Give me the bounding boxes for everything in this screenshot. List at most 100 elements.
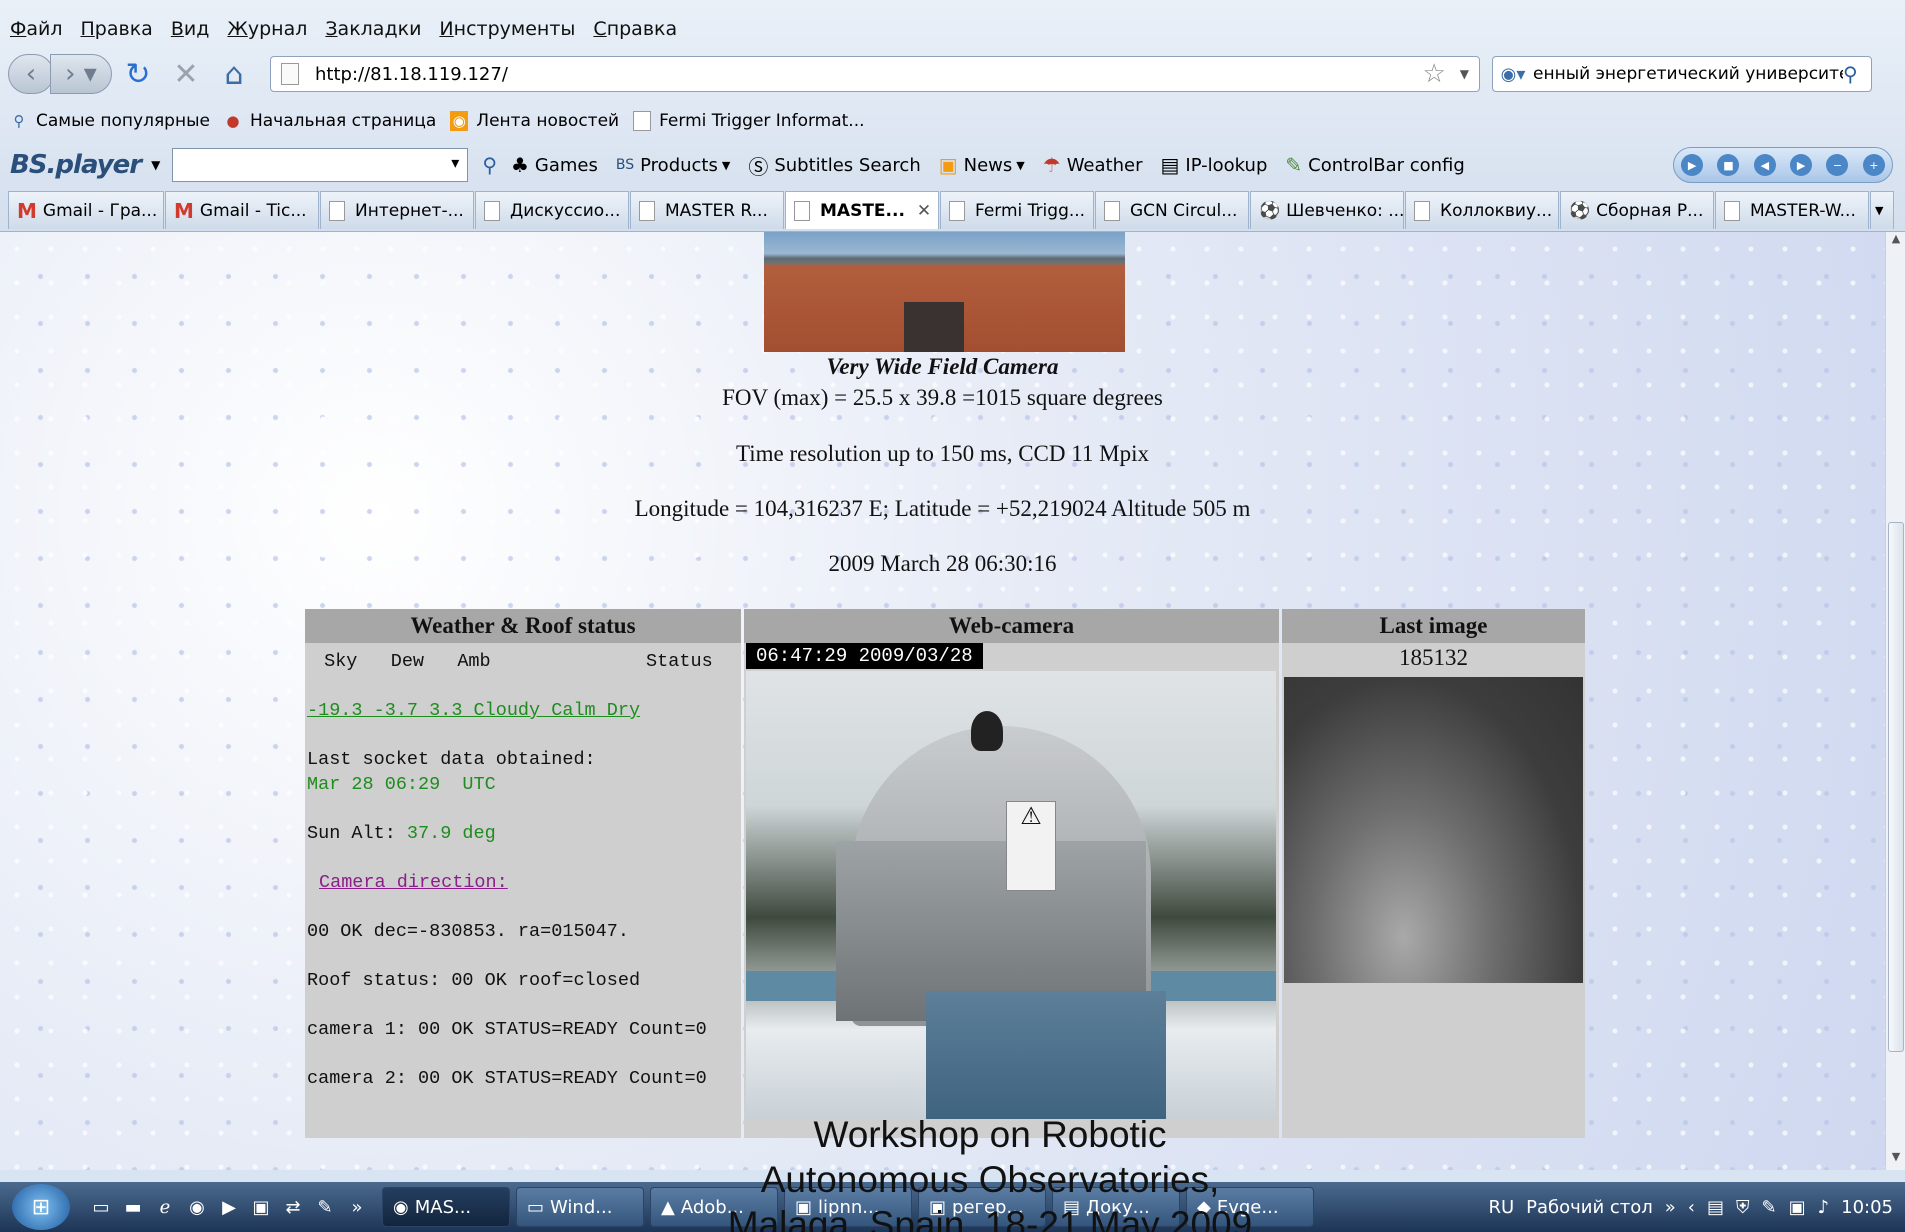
- tab-discussion[interactable]: Дискуссио...: [475, 191, 629, 229]
- language-indicator[interactable]: RU: [1488, 1197, 1514, 1218]
- menu-view[interactable]: Вид: [171, 18, 210, 40]
- search-box[interactable]: ◉▾ енный энергетический университет ⚲: [1492, 56, 1872, 92]
- task-windows[interactable]: ▭ Wind...: [516, 1187, 644, 1227]
- security-icon[interactable]: ⛨: [1736, 1197, 1750, 1218]
- stop-button[interactable]: ✕: [164, 54, 208, 94]
- bookmark-most-visited[interactable]: ⚲ Самые популярные: [10, 111, 210, 131]
- weather-readings-link[interactable]: -19.3 -3.7 3.3 Cloudy Calm Dry: [307, 700, 640, 721]
- menu-tools[interactable]: Инструменты: [439, 18, 575, 40]
- tab-fermi-trigger[interactable]: Fermi Trigg...: [940, 191, 1094, 229]
- search-engine-icon[interactable]: ◉▾: [1493, 59, 1533, 89]
- last-sky-image[interactable]: [1284, 677, 1583, 983]
- search-input[interactable]: енный энергетический университет: [1533, 64, 1843, 84]
- tab-gmail-1[interactable]: M Gmail - Гра...: [8, 191, 164, 229]
- update-icon[interactable]: ✎: [1762, 1197, 1777, 1218]
- network-icon[interactable]: ⇄: [280, 1194, 306, 1220]
- tab-label: Дискуссио...: [510, 200, 621, 221]
- bsplayer-search-select[interactable]: [172, 148, 469, 182]
- plus-icon[interactable]: +: [1862, 154, 1885, 176]
- tab-master-active[interactable]: MASTE... ✕: [785, 191, 939, 229]
- scroll-up-icon[interactable]: ▲: [1886, 232, 1905, 252]
- chevron-down-icon: ▼: [1875, 204, 1884, 217]
- minus-icon[interactable]: −: [1826, 154, 1849, 176]
- internet-explorer-icon[interactable]: ℯ: [152, 1194, 178, 1220]
- volume-icon[interactable]: ♪: [1818, 1197, 1830, 1218]
- page-icon: [484, 200, 500, 221]
- desktop-toolbar[interactable]: Рабочий стол: [1526, 1197, 1653, 1218]
- workshop-caption: Workshop on Robotic Autonomous Observato…: [640, 1112, 1340, 1232]
- toolbar-controlbar-config[interactable]: ✎ ControlBar config: [1285, 153, 1464, 177]
- menu-history[interactable]: Журнал: [227, 18, 307, 40]
- media-player-icon[interactable]: ▶: [216, 1194, 242, 1220]
- home-button[interactable]: ⌂: [212, 54, 256, 94]
- reload-button[interactable]: ↻: [116, 54, 160, 94]
- play-icon[interactable]: ▶: [1681, 154, 1704, 176]
- page-icon: [633, 111, 652, 131]
- tab-gmail-2[interactable]: M Gmail - Tic...: [165, 191, 319, 229]
- toolbar-products[interactable]: BS Products ▼: [616, 155, 730, 176]
- tab-list-button[interactable]: ▼: [1870, 191, 1894, 229]
- vertical-scrollbar[interactable]: ▲ ▼: [1885, 232, 1905, 1170]
- network-icon[interactable]: ▤: [1707, 1197, 1724, 1218]
- bsplayer-logo[interactable]: BS.player: [10, 150, 142, 180]
- next-icon[interactable]: ▶: [1790, 154, 1813, 176]
- stop-icon[interactable]: ■: [1717, 154, 1740, 176]
- save-icon[interactable]: ▣: [248, 1194, 274, 1220]
- camera-direction-link[interactable]: Camera direction:: [319, 872, 508, 893]
- back-button[interactable]: ‹: [8, 54, 54, 94]
- tab-master-w[interactable]: MASTER-W...: [1715, 191, 1869, 229]
- tab-gcn-circulars[interactable]: GCN Circul...: [1095, 191, 1249, 229]
- tray-expand-icon[interactable]: »: [1665, 1197, 1676, 1218]
- search-icon[interactable]: ⚲: [1843, 62, 1871, 86]
- tab-label: MASTER-W...: [1750, 200, 1856, 221]
- bookmark-news-feed[interactable]: ◉ Лента новостей: [450, 111, 619, 131]
- rss-icon: ◉: [450, 111, 469, 131]
- scrollbar-thumb[interactable]: [1888, 522, 1904, 1052]
- forward-button[interactable]: › ▾: [50, 54, 112, 94]
- photo-doorway: [904, 302, 964, 352]
- tab-internet[interactable]: Интернет-...: [320, 191, 474, 229]
- clock[interactable]: 10:05: [1841, 1197, 1893, 1218]
- address-input[interactable]: http://81.18.119.127/: [315, 64, 1422, 85]
- tools-icon[interactable]: ✎: [312, 1194, 338, 1220]
- last-image-header: Last image: [1282, 609, 1585, 643]
- tab-label: Коллоквиу...: [1440, 200, 1553, 221]
- search-icon[interactable]: ⚲: [482, 153, 497, 177]
- toolbar-weather[interactable]: ☂ Weather: [1043, 153, 1143, 177]
- observatory-photo: [764, 232, 1125, 352]
- tab-master-r[interactable]: MASTER R...: [630, 191, 784, 229]
- task-firefox[interactable]: ◉ MAS...: [382, 1187, 510, 1227]
- bookmark-star-icon[interactable]: ☆: [1422, 59, 1445, 89]
- bookmark-home-page[interactable]: ● Начальная страница: [224, 111, 436, 131]
- toolbar-ip-lookup[interactable]: ▤ IP-lookup: [1160, 153, 1267, 177]
- tab-colloquium[interactable]: Коллоквиу...: [1405, 191, 1559, 229]
- previous-icon[interactable]: ◀: [1753, 154, 1776, 176]
- menu-help[interactable]: Справка: [593, 18, 677, 40]
- tab-label: GCN Circul...: [1130, 200, 1238, 221]
- toolbar-news[interactable]: ▣ News ▼: [939, 153, 1025, 177]
- tab-shevchenko[interactable]: ⚽ Шевченко: ...: [1250, 191, 1404, 229]
- menu-bookmarks[interactable]: Закладки: [325, 18, 421, 40]
- chevron-down-icon[interactable]: ▼: [1460, 67, 1469, 81]
- chevron-down-icon[interactable]: ▼: [151, 158, 160, 172]
- desktop-icon[interactable]: ▬: [120, 1194, 146, 1220]
- close-icon[interactable]: ✕: [917, 201, 931, 221]
- bookmark-fermi[interactable]: Fermi Trigger Informat...: [633, 111, 865, 131]
- scroll-down-icon[interactable]: ▼: [1886, 1150, 1905, 1170]
- camera-caption: Very Wide Field Camera: [826, 354, 1059, 379]
- toolbar-games[interactable]: ♣ Games: [511, 153, 598, 177]
- address-bar[interactable]: http://81.18.119.127/ ☆ ▼: [270, 56, 1480, 92]
- tray-arrow-icon[interactable]: ‹: [1688, 1197, 1695, 1218]
- bookmark-icon: ⚲: [13, 112, 25, 130]
- firefox-icon[interactable]: ◉: [184, 1194, 210, 1220]
- tab-national-team[interactable]: ⚽ Сборная Р...: [1560, 191, 1714, 229]
- menu-edit[interactable]: Правка: [81, 18, 153, 40]
- toolbar-label: IP-lookup: [1185, 154, 1268, 176]
- toolbar-subtitles-search[interactable]: Ⓢ Subtitles Search: [748, 151, 920, 180]
- display-icon[interactable]: ▣: [1789, 1197, 1806, 1218]
- menu-file[interactable]: Файл: [10, 18, 63, 40]
- arrow-right-icon: › ▾: [65, 59, 97, 89]
- start-button[interactable]: ⊞: [12, 1184, 70, 1230]
- explorer-icon[interactable]: ▭: [88, 1194, 114, 1220]
- more-chevron-icon[interactable]: »: [344, 1194, 370, 1220]
